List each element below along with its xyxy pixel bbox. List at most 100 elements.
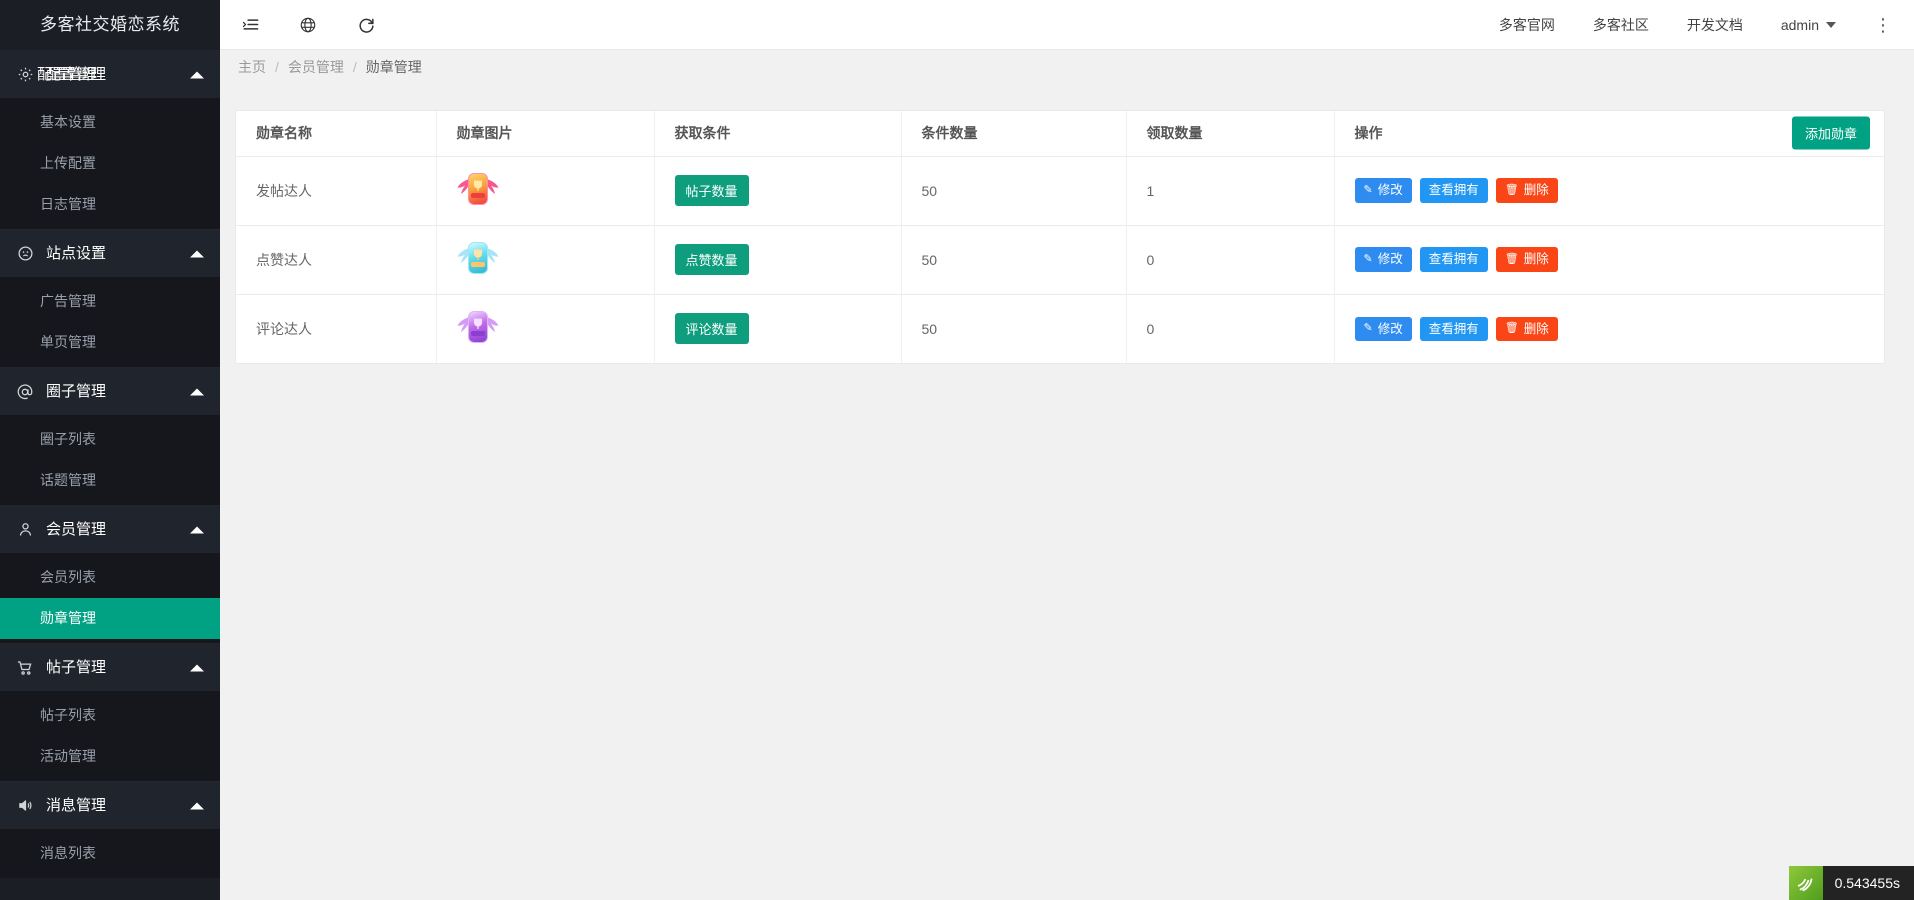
cell-condition: 帖子数量 [654, 156, 902, 226]
cell-condition-count: 50 [901, 294, 1127, 363]
delete-button-label: 删除 [1523, 321, 1549, 336]
topbar-link-community[interactable]: 多客社区 [1593, 15, 1649, 35]
delete-button-label: 删除 [1523, 183, 1549, 198]
operation-buttons: ✎ 修改 查看拥有 🗑 删除 [1354, 178, 1885, 203]
sidebar-group-message[interactable]: 消息管理 [0, 781, 220, 829]
user-name: admin [1780, 16, 1819, 33]
more-options-icon[interactable]: ⋮ [1874, 16, 1892, 34]
view-owners-button[interactable]: 查看拥有 [1419, 316, 1488, 341]
edit-button[interactable]: ✎ 修改 [1354, 247, 1412, 272]
pencil-icon: ✎ [1363, 184, 1373, 196]
medal-badge-red-icon [457, 172, 499, 206]
edit-button[interactable]: ✎ 修改 [1354, 178, 1412, 203]
sidebar-item-member-list[interactable]: 会员列表 [0, 557, 220, 598]
sidebar-group-post[interactable]: 帖子管理 [0, 643, 220, 691]
cell-condition-count: 50 [901, 225, 1127, 295]
chevron-up-icon [190, 664, 204, 671]
cell-condition-count: 50 [901, 156, 1127, 226]
view-owners-button[interactable]: 查看拥有 [1419, 178, 1488, 203]
cell-medal-image [436, 294, 655, 363]
debug-bar[interactable]: 0.543455s [1788, 866, 1914, 900]
table-row: 评论达人 评论数量 50 0 ✎ 修改 查看拥有 🗑 删除 [236, 294, 1884, 363]
sidebar-group-site[interactable]: 站点设置 [0, 229, 220, 277]
operation-buttons: ✎ 修改 查看拥有 🗑 删除 [1354, 316, 1885, 341]
speaker-icon [14, 795, 36, 817]
sidebar-sub-post: 帖子列表 活动管理 [0, 691, 220, 781]
sidebar-item-medal-manage[interactable]: 勋章管理 [0, 598, 220, 639]
sidebar-item-basic-settings[interactable]: 基本设置 [0, 102, 220, 143]
breadcrumb-separator: / [275, 59, 279, 75]
menu-collapse-icon[interactable] [238, 13, 262, 37]
breadcrumb-current: 勋章管理 [365, 59, 422, 75]
topbar-link-official[interactable]: 多客官网 [1499, 15, 1555, 35]
breadcrumb: 主页 / 会员管理 / 勋章管理 [220, 50, 1914, 84]
cell-claim-count: 0 [1126, 225, 1335, 295]
cell-medal-name: 评论达人 [236, 294, 437, 363]
delete-button[interactable]: 🗑 删除 [1495, 316, 1558, 341]
cell-operations: ✎ 修改 查看拥有 🗑 删除 [1334, 156, 1885, 226]
table-header-row: 勋章名称 勋章图片 获取条件 条件数量 领取数量 操作 添加勋章 [236, 111, 1884, 157]
col-header-name: 勋章名称 [236, 111, 437, 157]
topbar: 多客官网 多客社区 开发文档 admin ⋮ [220, 0, 1914, 50]
cell-operations: ✎ 修改 查看拥有 🗑 删除 [1334, 294, 1884, 363]
delete-button-label: 删除 [1523, 252, 1549, 267]
table-header: 勋章名称 勋章图片 获取条件 条件数量 领取数量 操作 添加勋章 [236, 111, 1884, 157]
sidebar-item-log-manage[interactable]: 日志管理 [0, 184, 220, 225]
delete-button[interactable]: 🗑 删除 [1495, 178, 1558, 203]
sidebar-group-circle[interactable]: 圈子管理 [0, 367, 220, 415]
breadcrumb-separator: / [352, 59, 357, 75]
sidebar: 多客社交婚恋系统 配置管理 基本设置 上传配置 日志管理 [0, 0, 220, 900]
sidebar-group-config[interactable]: 配置管理 [0, 50, 220, 99]
sidebar-item-upload-config[interactable]: 上传配置 [0, 143, 220, 184]
operation-buttons: ✎ 修改 查看拥有 🗑 删除 [1354, 247, 1885, 272]
user-menu[interactable]: admin [1781, 17, 1836, 33]
sidebar-item-topic-manage[interactable]: 话题管理 [0, 460, 220, 501]
cell-medal-name: 点赞达人 [236, 225, 437, 295]
badge-base [470, 193, 485, 198]
medal-badge-blue-icon [457, 241, 499, 275]
chevron-up-icon [190, 526, 204, 533]
cell-condition: 评论数量 [654, 294, 902, 363]
medal-table-card: 勋章名称 勋章图片 获取条件 条件数量 领取数量 操作 添加勋章 发帖达人 帖子… [235, 110, 1885, 364]
globe-icon[interactable] [296, 13, 320, 37]
sidebar-item-page-manage[interactable]: 单页管理 [0, 322, 220, 363]
sidebar-sub-member: 会员列表 勋章管理 [0, 553, 220, 643]
edit-button-label: 修改 [1377, 321, 1403, 336]
sidebar-item-post-list[interactable]: 帖子列表 [0, 695, 220, 736]
user-icon [14, 519, 36, 541]
breadcrumb-parent[interactable]: 会员管理 [288, 57, 344, 77]
gear-icon [14, 64, 36, 86]
medal-badge-purple-icon [457, 310, 499, 344]
sidebar-sub-circle: 圈子列表 话题管理 [0, 415, 220, 505]
sidebar-item-circle-list[interactable]: 圈子列表 [0, 419, 220, 460]
view-owners-button[interactable]: 查看拥有 [1419, 247, 1488, 272]
sidebar-item-activity-manage[interactable]: 活动管理 [0, 736, 220, 777]
table-row: 点赞达人 点赞数量 50 0 ✎ 修改 查看拥有 🗑 删除 [236, 225, 1885, 295]
col-header-operation: 操作 添加勋章 [1334, 111, 1884, 157]
delete-button[interactable]: 🗑 删除 [1495, 247, 1558, 272]
topbar-right: 多客官网 多客社区 开发文档 admin ⋮ [1499, 15, 1914, 35]
refresh-icon[interactable] [354, 13, 378, 37]
edit-button[interactable]: ✎ 修改 [1354, 316, 1412, 341]
trophy-icon [473, 249, 482, 260]
cell-claim-count: 0 [1126, 294, 1335, 363]
cell-medal-image [436, 225, 655, 295]
table-row: 发帖达人 帖子数量 50 1 ✎ 修改 查看拥有 🗑 删除 [236, 156, 1885, 226]
topbar-link-docs[interactable]: 开发文档 [1687, 15, 1743, 35]
sidebar-group-member[interactable]: 会员管理 [0, 505, 220, 553]
breadcrumb-home[interactable]: 主页 [238, 57, 266, 77]
condition-tag: 帖子数量 [674, 175, 749, 206]
sidebar-sub-config: 基本设置 上传配置 日志管理 [0, 98, 220, 229]
add-medal-button[interactable]: 添加勋章 [1791, 116, 1870, 150]
col-header-image: 勋章图片 [436, 111, 655, 157]
cell-medal-name: 发帖达人 [236, 156, 437, 226]
at-icon [14, 381, 36, 403]
sidebar-item-message-list[interactable]: 消息列表 [0, 833, 220, 874]
sidebar-item-ad-manage[interactable]: 广告管理 [0, 281, 220, 322]
col-header-condition-count: 条件数量 [901, 111, 1127, 157]
compass-icon [14, 243, 36, 265]
debug-execution-time: 0.543455s [1822, 866, 1914, 900]
chevron-up-icon [190, 71, 204, 78]
medal-table: 勋章名称 勋章图片 获取条件 条件数量 领取数量 操作 添加勋章 发帖达人 帖子… [236, 111, 1884, 363]
sidebar-sub-site: 广告管理 单页管理 [0, 277, 220, 367]
